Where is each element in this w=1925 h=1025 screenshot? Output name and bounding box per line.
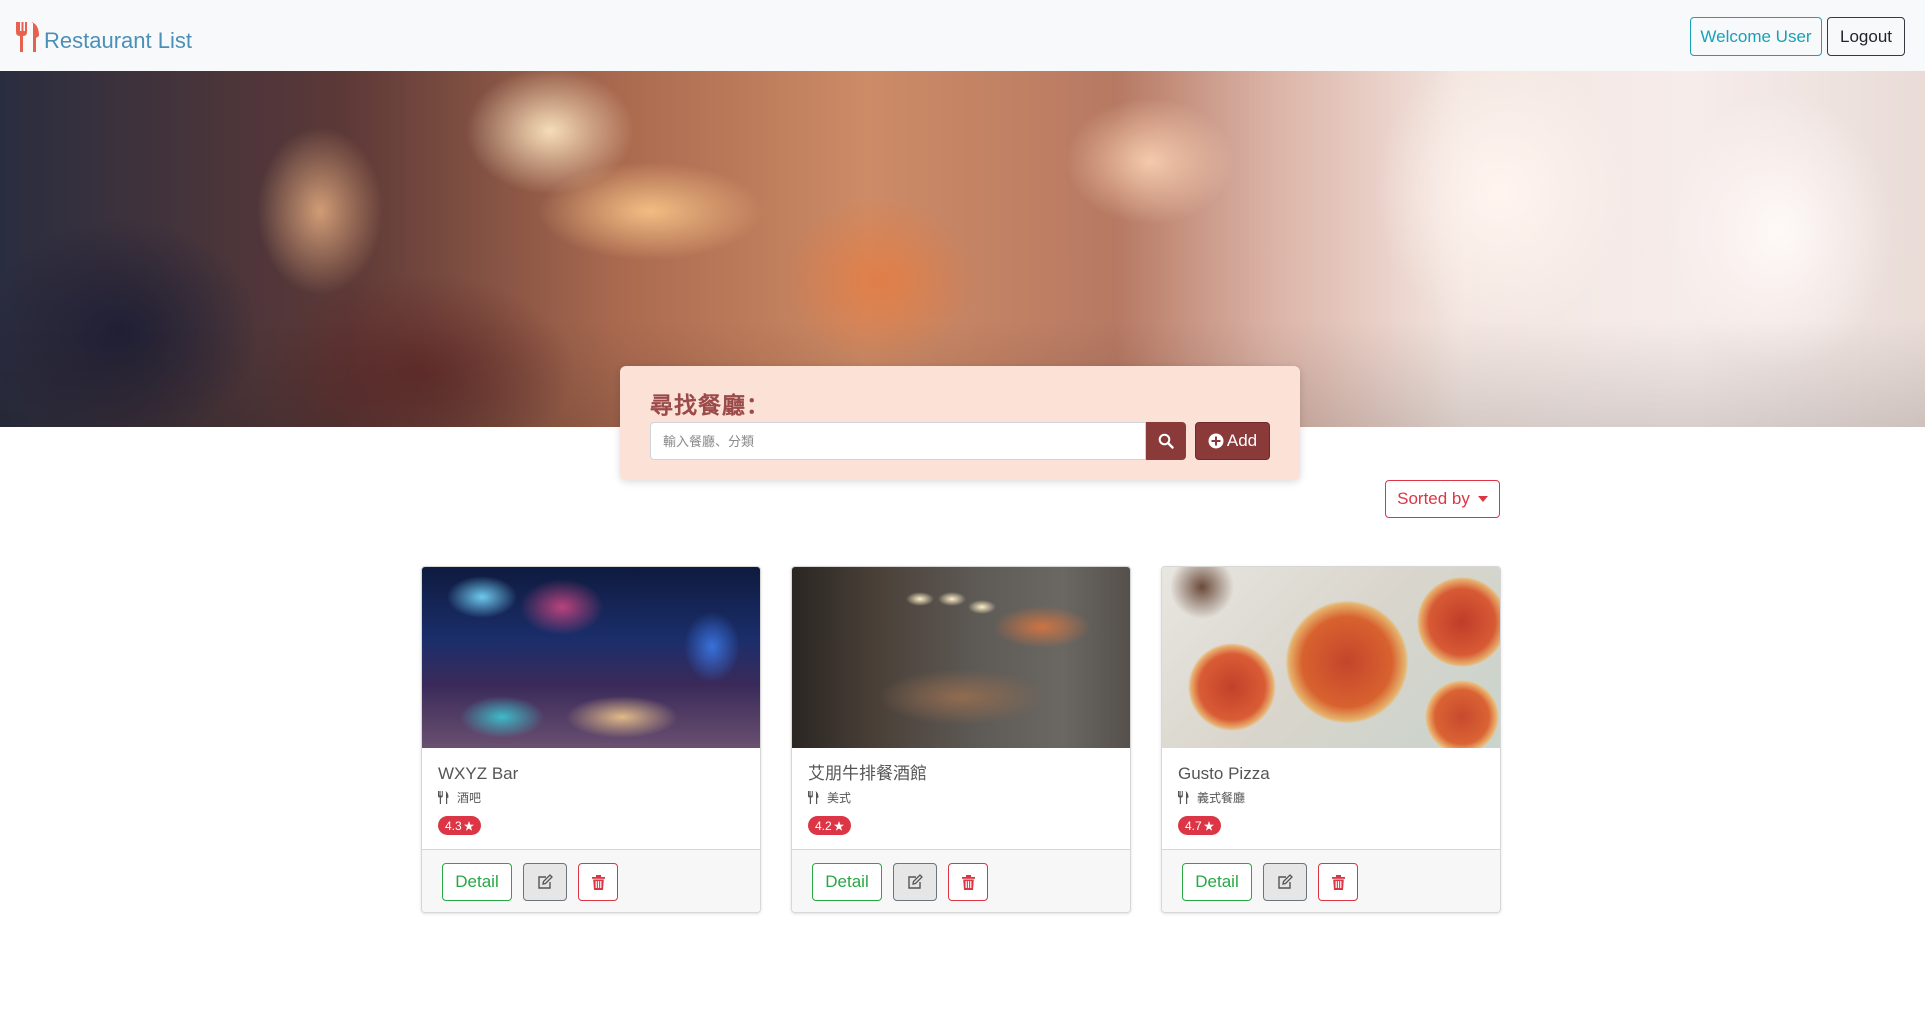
restaurant-category: 酒吧	[438, 789, 748, 806]
search-input[interactable]	[650, 422, 1146, 460]
restaurant-image[interactable]	[792, 567, 1130, 748]
star-icon	[463, 820, 474, 831]
restaurant-card[interactable]: 艾朋牛排餐酒館 美式 4.2 Detail	[791, 566, 1131, 913]
restaurant-category: 義式餐廳	[1178, 789, 1488, 806]
utensils-icon	[438, 791, 449, 804]
rating-value: 4.7	[1185, 818, 1202, 833]
rating-badge: 4.7	[1178, 816, 1221, 835]
plus-circle-icon	[1208, 433, 1224, 449]
rating-badge: 4.2	[808, 816, 851, 835]
trash-icon	[961, 874, 975, 890]
star-icon	[1203, 820, 1214, 831]
restaurant-category: 美式	[808, 789, 1118, 806]
trash-icon	[1331, 874, 1345, 890]
add-button-label: Add	[1226, 431, 1258, 450]
search-title: 尋找餐廳：	[650, 392, 770, 418]
card-body: Gusto Pizza 義式餐廳 4.7	[1178, 763, 1488, 835]
category-label: 酒吧	[457, 791, 482, 805]
caret-down-icon	[1477, 496, 1488, 502]
add-restaurant-button[interactable]: Add	[1195, 422, 1270, 460]
restaurant-name: Gusto Pizza	[1178, 764, 1270, 783]
rating-value: 4.3	[445, 818, 462, 833]
sort-label: Sorted by	[1397, 489, 1470, 508]
search-panel: 尋找餐廳： Add	[620, 366, 1300, 480]
detail-button[interactable]: Detail	[442, 863, 512, 901]
edit-icon	[1278, 874, 1293, 889]
utensils-icon	[808, 791, 819, 804]
edit-icon	[908, 874, 923, 889]
restaurant-card[interactable]: WXYZ Bar 酒吧 4.3 Detail	[421, 566, 761, 913]
delete-button[interactable]	[578, 863, 618, 901]
edit-button[interactable]	[523, 863, 567, 901]
search-icon	[1158, 433, 1174, 449]
card-footer: Detail	[1162, 849, 1500, 912]
restaurant-image[interactable]	[1162, 567, 1500, 748]
restaurant-card[interactable]: Gusto Pizza 義式餐廳 4.7 Detail	[1161, 566, 1501, 913]
edit-icon	[538, 874, 553, 889]
edit-button[interactable]	[893, 863, 937, 901]
brand-title: Restaurant List	[44, 28, 192, 53]
trash-icon	[591, 874, 605, 890]
search-button[interactable]	[1146, 422, 1186, 460]
brand-link[interactable]: Restaurant List	[14, 20, 192, 54]
rating-value: 4.2	[815, 818, 832, 833]
restaurant-name: 艾朋牛排餐酒館	[808, 764, 927, 783]
logout-button[interactable]: Logout	[1827, 17, 1905, 56]
star-icon	[833, 820, 844, 831]
restaurant-image[interactable]	[422, 567, 760, 748]
category-label: 義式餐廳	[1197, 791, 1246, 805]
category-label: 美式	[827, 791, 852, 805]
detail-button[interactable]: Detail	[1182, 863, 1252, 901]
welcome-user-button[interactable]: Welcome User	[1690, 17, 1822, 56]
navbar: Restaurant List Welcome User Logout	[0, 0, 1925, 71]
card-body: 艾朋牛排餐酒館 美式 4.2	[808, 763, 1118, 835]
card-footer: Detail	[792, 849, 1130, 912]
detail-button[interactable]: Detail	[812, 863, 882, 901]
utensils-icon	[16, 22, 39, 52]
delete-button[interactable]	[948, 863, 988, 901]
edit-button[interactable]	[1263, 863, 1307, 901]
card-footer: Detail	[422, 849, 760, 912]
rating-badge: 4.3	[438, 816, 481, 835]
utensils-icon	[1178, 791, 1189, 804]
sort-dropdown-button[interactable]: Sorted by	[1385, 480, 1500, 518]
card-body: WXYZ Bar 酒吧 4.3	[438, 763, 748, 835]
restaurant-name: WXYZ Bar	[438, 764, 519, 783]
delete-button[interactable]	[1318, 863, 1358, 901]
